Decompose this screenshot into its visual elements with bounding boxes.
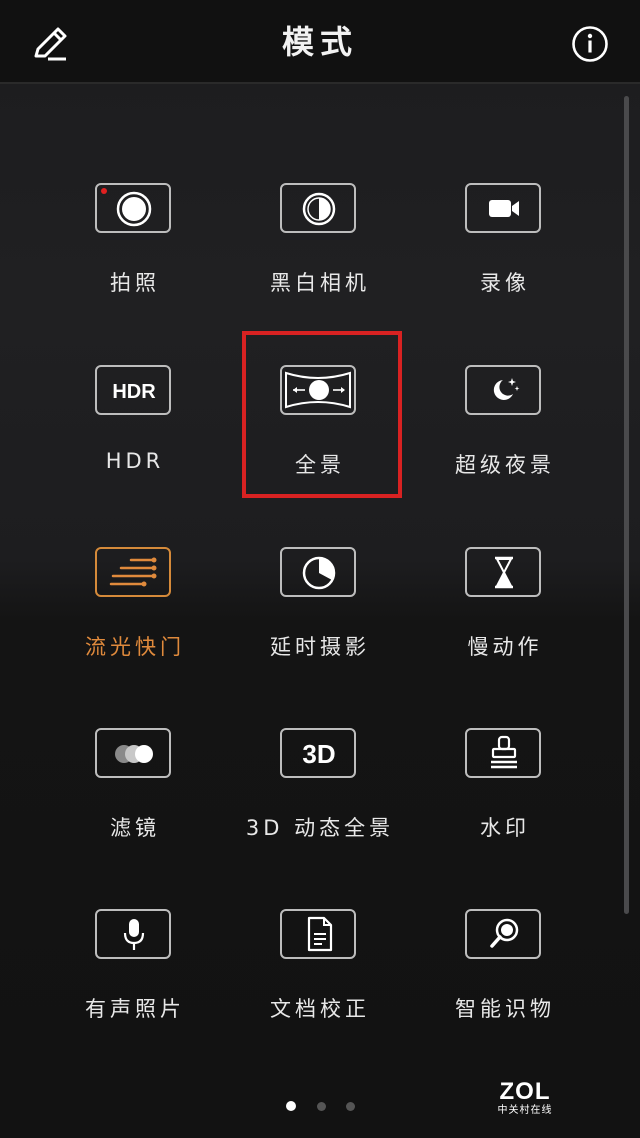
- mode-light-painting[interactable]: 流光快门: [43, 547, 227, 697]
- mode-icon-box: [465, 728, 541, 778]
- mode-label: 智能识物: [455, 997, 555, 1021]
- watermark-subtitle: 中关村在线: [497, 1105, 553, 1116]
- mode-label: 黑白相机: [270, 271, 370, 295]
- watermark-logo: ZOL: [499, 1078, 551, 1105]
- mode-icon-box: [95, 183, 171, 233]
- mode-hdr[interactable]: HDR HDR: [43, 365, 227, 515]
- magnifier-icon: [490, 918, 519, 948]
- stamp-icon: [491, 735, 517, 769]
- mode-label: 录像: [480, 271, 530, 295]
- page-indicator[interactable]: [280, 1100, 360, 1116]
- hdr-icon: HDR: [112, 381, 156, 403]
- mode-monochrome[interactable]: 黑白相机: [228, 183, 412, 333]
- mode-icon-box: [95, 909, 171, 959]
- mode-audio-photo[interactable]: 有声照片: [43, 909, 227, 1059]
- moon-stars-icon: [493, 378, 520, 400]
- timer-dial-icon: [302, 556, 336, 590]
- mode-icon-box: HDR: [95, 365, 171, 415]
- microphone-icon: [123, 919, 145, 950]
- mode-label-active: 流光快门: [85, 635, 185, 659]
- mode-label: HDR: [105, 449, 165, 473]
- camera-mode-screen: 模式 拍照 黑白相机 录像 HDR HDR 全景 超级夜景 流光快门 延时摄影 …: [0, 0, 640, 1138]
- mode-filter[interactable]: 滤镜: [43, 728, 227, 878]
- mode-label: 文档校正: [270, 997, 370, 1021]
- mode-object-recognition[interactable]: 智能识物: [413, 909, 597, 1059]
- mode-video[interactable]: 录像: [413, 183, 597, 333]
- mode-watermark[interactable]: 水印: [413, 728, 597, 878]
- mode-icon-box: 3D: [280, 728, 356, 778]
- mode-icon-box: [465, 183, 541, 233]
- mode-document[interactable]: 文档校正: [228, 909, 412, 1059]
- mode-icon-box: [465, 547, 541, 597]
- mode-label: 有声照片: [85, 997, 185, 1021]
- mode-3d-panorama[interactable]: 3D 3D 动态全景: [228, 728, 412, 878]
- page-dot[interactable]: [317, 1102, 326, 1111]
- mode-photo[interactable]: 拍照: [43, 183, 227, 333]
- 3d-icon: 3D: [302, 739, 335, 769]
- mode-label: 拍照: [110, 271, 160, 295]
- mode-slow-mo[interactable]: 慢动作: [413, 547, 597, 697]
- mode-grid: 拍照 黑白相机 录像 HDR HDR 全景 超级夜景 流光快门 延时摄影 慢动作…: [0, 0, 640, 1138]
- mode-icon-box: [280, 909, 356, 959]
- mode-label: 3D 动态全景: [245, 816, 395, 840]
- page-dot[interactable]: [346, 1102, 355, 1111]
- mode-label: 超级夜景: [455, 453, 555, 477]
- mode-super-night[interactable]: 超级夜景: [413, 365, 597, 515]
- half-circle-icon: [302, 192, 336, 226]
- mode-label: 延时摄影: [270, 635, 370, 659]
- shutter-icon: [101, 188, 152, 227]
- mode-icon-box: [280, 183, 356, 233]
- mode-label: 慢动作: [467, 635, 543, 659]
- zol-watermark: ZOL 中关村在线: [490, 1080, 560, 1120]
- light-trails-icon: [109, 557, 157, 587]
- page-dot-active[interactable]: [286, 1101, 296, 1111]
- document-icon: [307, 916, 333, 952]
- overlapping-circles-icon: [115, 745, 153, 763]
- mode-icon-box: [95, 728, 171, 778]
- hourglass-icon: [495, 556, 513, 589]
- highlight-box: [242, 331, 402, 498]
- mode-time-lapse[interactable]: 延时摄影: [228, 547, 412, 697]
- mode-label: 水印: [480, 816, 530, 840]
- hdr-icon-text: HDR: [112, 381, 156, 403]
- video-camera-icon: [489, 200, 519, 217]
- mode-icon-box: [465, 909, 541, 959]
- mode-icon-box: [280, 547, 356, 597]
- mode-icon-box-active: [95, 547, 171, 597]
- mode-icon-box: [465, 365, 541, 415]
- mode-label: 滤镜: [110, 816, 160, 840]
- 3d-icon-text: 3D: [302, 739, 335, 769]
